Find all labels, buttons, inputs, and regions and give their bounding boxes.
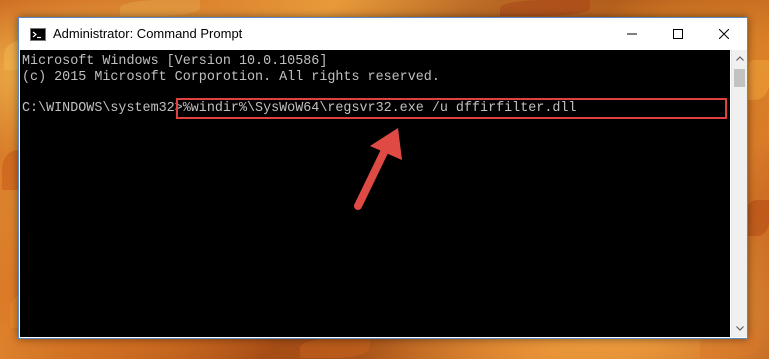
cmd-icon (30, 28, 46, 41)
pointer-arrow-icon (354, 128, 402, 210)
minimize-button[interactable] (609, 18, 655, 50)
leaf-decoration (120, 0, 200, 16)
title-bar[interactable]: Administrator: Command Prompt (19, 18, 747, 50)
scroll-up-button[interactable] (732, 50, 747, 67)
chevron-down-icon (735, 326, 744, 331)
vertical-scrollbar[interactable] (731, 50, 747, 337)
console-prompt: C:\WINDOWS\system32> (22, 101, 183, 116)
maximize-button[interactable] (655, 18, 701, 50)
close-button[interactable] (701, 18, 747, 50)
scrollbar-thumb[interactable] (734, 69, 745, 87)
scroll-down-button[interactable] (732, 320, 747, 337)
chevron-up-icon (735, 56, 744, 61)
close-icon (719, 29, 729, 39)
minimize-icon (627, 33, 637, 35)
maximize-icon (673, 29, 683, 39)
leaf-decoration (500, 0, 590, 16)
leaf-decoration (300, 338, 370, 358)
window-title: Administrator: Command Prompt (53, 26, 243, 41)
console-line-version: Microsoft Windows [Version 10.0.10586] (22, 54, 328, 69)
command-highlight-box (176, 98, 727, 119)
console-line-copyright: (c) 2015 Microsoft Corporotion. All righ… (22, 69, 440, 85)
